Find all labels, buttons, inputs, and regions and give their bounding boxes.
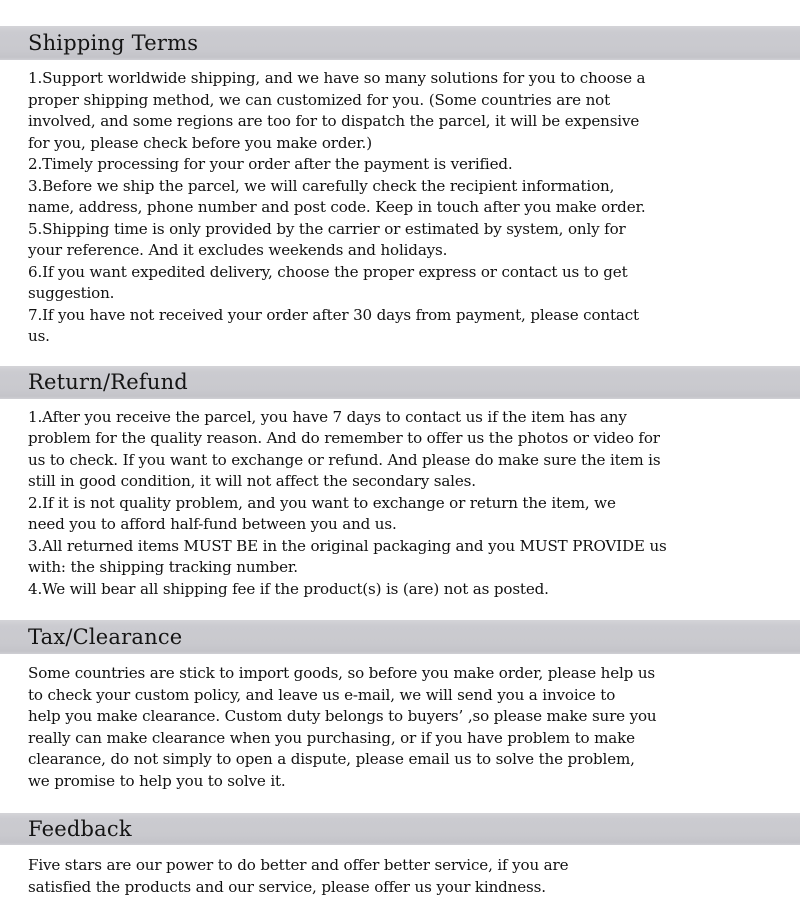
section-header-bar-shipping-terms: Shipping Terms <box>0 26 800 60</box>
body-line: 7.If you have not received your order af… <box>28 305 774 327</box>
body-line: name, address, phone number and post cod… <box>28 197 774 219</box>
body-line: to check your custom policy, and leave u… <box>28 685 774 707</box>
body-line: 1.Support worldwide shipping, and we hav… <box>28 68 774 90</box>
body-line: really can make clearance when you purch… <box>28 728 774 750</box>
section-body-tax-clearance: Some countries are stick to import goods… <box>0 654 800 792</box>
body-line: we promise to help you to solve it. <box>28 771 774 793</box>
body-line: 5.Shipping time is only provided by the … <box>28 219 774 241</box>
section-shipping-terms: Shipping Terms 1.Support worldwide shipp… <box>0 26 800 348</box>
section-body-shipping-terms: 1.Support worldwide shipping, and we hav… <box>0 60 800 348</box>
section-body-feedback: Five stars are our power to do better an… <box>0 845 800 898</box>
body-line: with: the shipping tracking number. <box>28 557 774 579</box>
body-line: 6.If you want expedited delivery, choose… <box>28 262 774 284</box>
body-line: 3.Before we ship the parcel, we will car… <box>28 176 774 198</box>
body-line: for you, please check before you make or… <box>28 133 774 155</box>
section-header-bar-feedback: Feedback <box>0 813 800 845</box>
section-title-tax-clearance: Tax/Clearance <box>0 626 182 648</box>
section-title-return-refund: Return/Refund <box>0 371 188 393</box>
section-return-refund: Return/Refund 1.After you receive the pa… <box>0 366 800 601</box>
body-line: suggestion. <box>28 283 774 305</box>
body-line: still in good condition, it will not aff… <box>28 471 774 493</box>
body-line: your reference. And it excludes weekends… <box>28 240 774 262</box>
section-title-feedback: Feedback <box>0 818 132 840</box>
section-header-bar-return-refund: Return/Refund <box>0 366 800 399</box>
section-title-shipping-terms: Shipping Terms <box>0 32 198 54</box>
section-feedback: Feedback Five stars are our power to do … <box>0 813 800 898</box>
section-header-bar-tax-clearance: Tax/Clearance <box>0 620 800 654</box>
body-line: 4.We will bear all shipping fee if the p… <box>28 579 774 601</box>
body-line: problem for the quality reason. And do r… <box>28 428 774 450</box>
body-line: need you to afford half-fund between you… <box>28 514 774 536</box>
body-line: proper shipping method, we can customize… <box>28 90 774 112</box>
body-line: Some countries are stick to import goods… <box>28 663 774 685</box>
body-line: 2.Timely processing for your order after… <box>28 154 774 176</box>
section-body-return-refund: 1.After you receive the parcel, you have… <box>0 399 800 601</box>
body-line: Five stars are our power to do better an… <box>28 855 774 877</box>
body-line: us. <box>28 326 774 348</box>
body-line: 1.After you receive the parcel, you have… <box>28 407 774 429</box>
body-line: 3.All returned items MUST BE in the orig… <box>28 536 774 558</box>
body-line: help you make clearance. Custom duty bel… <box>28 706 774 728</box>
policy-document-page: Shipping Terms 1.Support worldwide shipp… <box>0 26 800 826</box>
body-line: 2.If it is not quality problem, and you … <box>28 493 774 515</box>
body-line: us to check. If you want to exchange or … <box>28 450 774 472</box>
body-line: clearance, do not simply to open a dispu… <box>28 749 774 771</box>
body-line: involved, and some regions are too for t… <box>28 111 774 133</box>
section-tax-clearance: Tax/Clearance Some countries are stick t… <box>0 620 800 792</box>
body-line: satisfied the products and our service, … <box>28 877 774 898</box>
